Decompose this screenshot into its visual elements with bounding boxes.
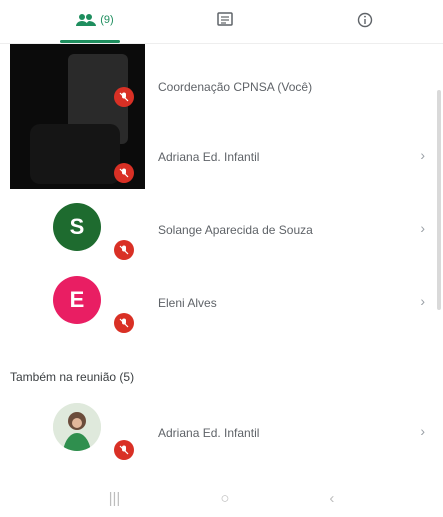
muted-mic-icon	[114, 163, 134, 183]
participant-row[interactable]: E Eleni Alves ›	[0, 268, 443, 338]
muted-mic-icon	[114, 240, 134, 260]
chevron-right-icon[interactable]: ›	[420, 423, 425, 439]
chevron-right-icon[interactable]: ›	[420, 220, 425, 236]
recent-apps-button[interactable]: |||	[109, 490, 121, 507]
tab-people[interactable]: (9)	[40, 0, 150, 40]
section-title: Também na reunião (5)	[10, 370, 135, 384]
participant-row[interactable]: Adriana Ed. Infantil ›	[0, 130, 443, 200]
tab-info[interactable]	[320, 0, 410, 40]
participant-row[interactable]: S Solange Aparecida de Souza ›	[0, 195, 443, 265]
participant-name: Coordenação CPNSA (Você)	[158, 80, 313, 94]
people-icon	[76, 14, 97, 26]
participant-name: Adriana Ed. Infantil	[158, 426, 260, 440]
participant-name: Adriana Ed. Infantil	[158, 150, 260, 164]
participants-tabs: (9)	[0, 0, 443, 43]
chevron-right-icon[interactable]: ›	[420, 293, 425, 309]
people-count: (9)	[100, 14, 114, 26]
participant-name: Solange Aparecida de Souza	[158, 223, 313, 237]
participant-row[interactable]: Adriana Ed. Infantil ›	[0, 398, 443, 468]
avatar	[53, 403, 101, 451]
home-button[interactable]: ○	[220, 490, 229, 507]
muted-mic-icon	[114, 440, 134, 460]
info-icon	[357, 12, 373, 28]
participant-row[interactable]: Coordenação CPNSA (Você)	[0, 60, 443, 130]
chat-icon	[217, 12, 233, 26]
avatar: E	[53, 276, 101, 324]
back-button[interactable]: ‹	[329, 490, 334, 507]
chevron-right-icon[interactable]: ›	[420, 147, 425, 163]
participant-name: Eleni Alves	[158, 296, 217, 310]
scrollbar[interactable]	[437, 90, 441, 310]
muted-mic-icon	[114, 313, 134, 333]
profile-photo-icon	[53, 403, 101, 451]
tab-chat[interactable]	[180, 0, 270, 40]
avatar: S	[53, 203, 101, 251]
system-navigation-bar: ||| ○ ‹	[0, 480, 443, 517]
muted-mic-icon	[114, 87, 134, 107]
